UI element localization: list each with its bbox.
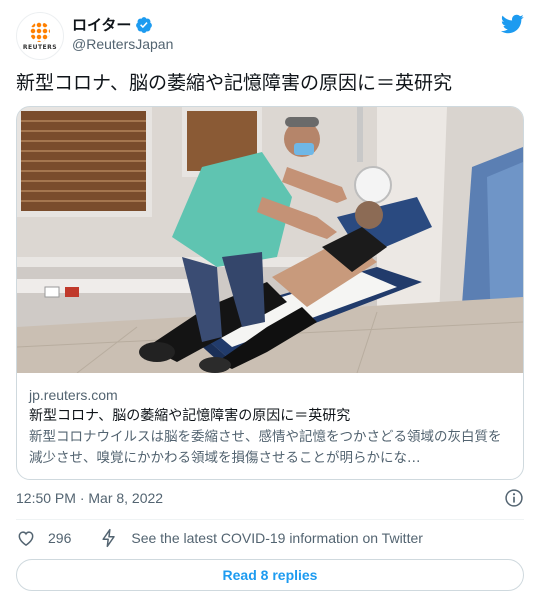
tweet-text: 新型コロナ、脳の萎縮や記憶障害の原因に＝英研究	[16, 72, 453, 94]
like-count[interactable]: 296	[48, 530, 71, 546]
author-display-name[interactable]: ロイター	[72, 14, 131, 35]
info-icon[interactable]	[504, 488, 524, 508]
divider	[16, 519, 524, 520]
link-domain: jp.reuters.com	[29, 387, 118, 403]
avatar[interactable]: REUTERS	[16, 12, 64, 60]
link-description: 新型コロナウイルスは脳を委縮させ、感情や記憶をつかさどる領域の灰白質を減少させ、…	[29, 429, 502, 466]
read-replies-button[interactable]: Read 8 replies	[16, 559, 524, 591]
verified-badge-icon	[136, 16, 153, 33]
link-title: 新型コロナ、脳の萎縮や記憶障害の原因に＝英研究	[29, 408, 351, 424]
author-handle[interactable]: @ReutersJapan	[72, 36, 173, 52]
twitter-bird-icon[interactable]	[500, 12, 524, 36]
link-preview-card[interactable]: jp.reuters.com 新型コロナ、脳の萎縮や記憶障害の原因に＝英研究 新…	[16, 106, 524, 480]
read-replies-label: Read 8 replies	[222, 567, 318, 583]
reuters-logo-icon	[30, 21, 50, 42]
article-image	[17, 107, 523, 373]
heart-icon[interactable]	[16, 528, 36, 548]
avatar-wordmark: REUTERS	[22, 43, 58, 51]
tweet-timestamp[interactable]: 12:50 PM · Mar 8, 2022	[16, 488, 163, 508]
covid-info-link[interactable]: See the latest COVID-19 information on T…	[131, 530, 423, 546]
tweet-actions: 296 See the latest COVID-19 information …	[16, 527, 423, 549]
link-meta: jp.reuters.com 新型コロナ、脳の萎縮や記憶障害の原因に＝英研究 新…	[29, 385, 511, 469]
tweet-embed: REUTERS ロイター @ReutersJapan 新型コロナ、脳の萎縮や記憶…	[0, 0, 540, 606]
lightning-icon	[102, 528, 116, 548]
author-name-row: ロイター	[72, 14, 153, 35]
